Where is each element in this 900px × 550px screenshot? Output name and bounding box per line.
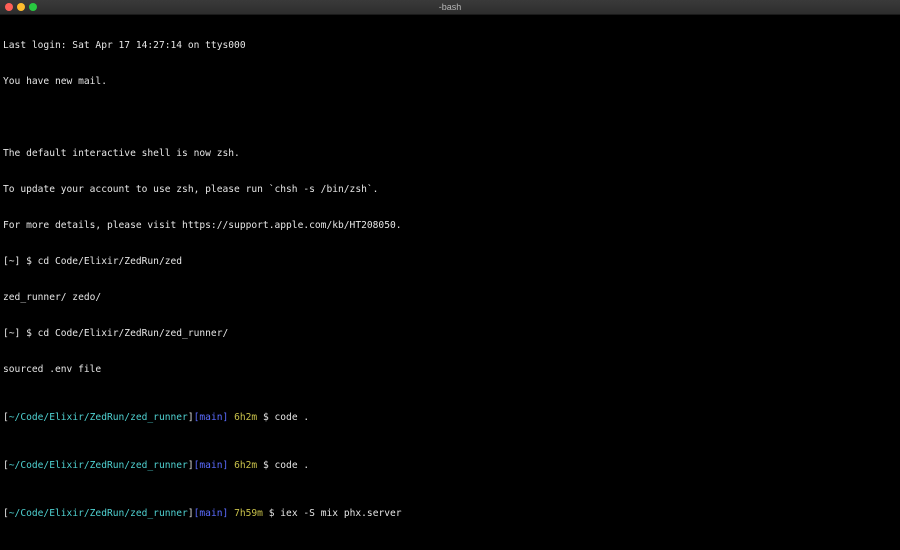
prompt-line: [~/Code/Elixir/ZedRun/zed_runner][main] … (3, 460, 897, 472)
prompt-path: ~/Code/Elixir/ZedRun/zed_runner (8, 460, 188, 471)
git-branch: [main] (193, 412, 229, 423)
terminal-window: -bash Last login: Sat Apr 17 14:27:14 on… (0, 0, 900, 550)
elapsed-time: 6h2m (234, 412, 258, 423)
command-text: $ code . (262, 412, 310, 423)
git-branch: [main] (193, 508, 229, 519)
terminal-output[interactable]: Last login: Sat Apr 17 14:27:14 on ttys0… (3, 16, 897, 546)
command-text: $ code . (262, 460, 310, 471)
output-line: sourced .env file (3, 364, 102, 375)
output-line: [~] $ cd Code/Elixir/ZedRun/zed_runner/ (3, 328, 229, 339)
elapsed-time: 7h59m (234, 508, 263, 519)
output-line: zed_runner/ zedo/ (3, 292, 102, 303)
prompt-line: [~/Code/Elixir/ZedRun/zed_runner][main] … (3, 508, 897, 520)
prompt-path: ~/Code/Elixir/ZedRun/zed_runner (8, 508, 188, 519)
output-line: Last login: Sat Apr 17 14:27:14 on ttys0… (3, 40, 246, 51)
prompt-line: [~/Code/Elixir/ZedRun/zed_runner][main] … (3, 412, 897, 424)
output-line: To update your account to use zsh, pleas… (3, 184, 379, 195)
output-line: You have new mail. (3, 76, 107, 87)
command-text: $ iex -S mix phx.server (268, 508, 402, 519)
output-line: For more details, please visit https://s… (3, 220, 402, 231)
prompt-path: ~/Code/Elixir/ZedRun/zed_runner (8, 412, 188, 423)
title-bar[interactable]: -bash (0, 0, 900, 15)
elapsed-time: 6h2m (234, 460, 258, 471)
output-line: [~] $ cd Code/Elixir/ZedRun/zed (3, 256, 183, 267)
window-title: -bash (438, 2, 462, 12)
git-branch: [main] (193, 460, 229, 471)
output-line: The default interactive shell is now zsh… (3, 148, 240, 159)
